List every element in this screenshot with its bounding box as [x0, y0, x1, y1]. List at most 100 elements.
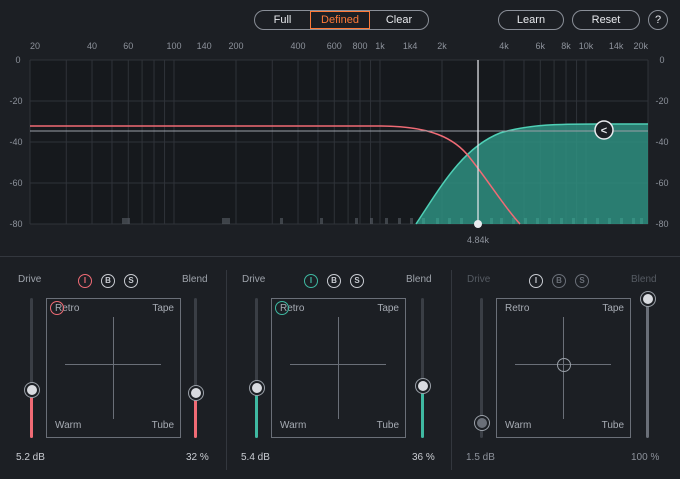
spectrum-graph[interactable]: 20 40 60 100 140 200 400 600 800 1k 1k4 2k 4k 6k 8k 10k…	[0, 38, 680, 248]
solo-icon[interactable]: I	[304, 274, 318, 288]
mode-full-button[interactable]: Full	[255, 11, 310, 29]
frequency-label: 14k	[609, 41, 624, 51]
spectrum-bar	[355, 218, 358, 224]
mode-defined-button[interactable]: Defined	[310, 11, 370, 29]
band-icons: I B S	[529, 274, 589, 288]
blend-value: 36 %	[412, 452, 435, 463]
band-icons: I B S	[304, 274, 364, 288]
drive-label: Drive	[18, 274, 42, 285]
blend-label: Blend	[631, 274, 657, 285]
learn-button[interactable]: Learn	[498, 10, 564, 30]
frequency-label: 140	[197, 41, 212, 51]
saturation-pad[interactable]: Retro Tape Warm Tube	[496, 298, 631, 438]
frequency-label: 8k	[561, 41, 571, 51]
blend-slider-fill	[421, 386, 424, 438]
pad-tube-label: Tube	[151, 420, 174, 431]
spectrum-bar	[320, 218, 323, 224]
pad-warm-label: Warm	[280, 420, 307, 431]
frequency-label: 100	[166, 41, 181, 51]
drive-label: Drive	[242, 274, 266, 285]
spectrum-bar	[385, 218, 388, 224]
mode-clear-button[interactable]: Clear	[370, 11, 428, 29]
pad-tube-label: Tube	[601, 420, 624, 431]
drive-slider-handle[interactable]	[25, 383, 39, 397]
db-label: -20	[655, 96, 668, 106]
spectrum-bar	[222, 218, 226, 224]
blend-slider[interactable]	[646, 298, 649, 438]
drive-value: 5.4 dB	[241, 452, 270, 463]
blend-value: 32 %	[186, 452, 209, 463]
drive-slider-fill	[30, 390, 33, 438]
spectrum-bar	[280, 218, 283, 224]
drive-value: 5.2 dB	[16, 452, 45, 463]
pad-tube-label: Tube	[376, 420, 399, 431]
db-label: 0	[15, 55, 20, 65]
frequency-label: 600	[327, 41, 342, 51]
db-labels-left: 0 -20 -40 -60 -80	[9, 55, 22, 229]
db-labels-right: 0 -20 -40 -60 -80	[655, 55, 668, 229]
drive-slider-handle[interactable]	[250, 381, 264, 395]
frequency-label: 60	[123, 41, 133, 51]
saturation-pad[interactable]: Retro Tape Warm Tube	[271, 298, 406, 438]
blend-label: Blend	[182, 274, 208, 285]
saturation-pad[interactable]: Retro Tape Warm Tube	[46, 298, 181, 438]
pad-crosshair-v	[338, 317, 339, 419]
drive-slider-fill	[255, 388, 258, 438]
mode-selector: Full Defined Clear	[254, 10, 429, 30]
spectrum-bar	[410, 218, 413, 224]
blend-value: 100 %	[631, 452, 660, 463]
section-divider	[0, 256, 680, 257]
drive-slider-handle[interactable]	[475, 416, 489, 430]
frequency-label: 20k	[633, 41, 648, 51]
bypass-icon[interactable]: B	[552, 274, 566, 288]
db-label: -80	[9, 219, 22, 229]
db-label: 0	[659, 55, 664, 65]
frequency-label: 2k	[437, 41, 447, 51]
reset-button[interactable]: Reset	[572, 10, 640, 30]
blend-slider-handle[interactable]	[641, 292, 655, 306]
frequency-label: 6k	[536, 41, 546, 51]
spectrum-bar	[226, 218, 230, 224]
crossover-handle[interactable]	[474, 220, 482, 228]
spectrum-bar	[398, 218, 401, 224]
blend-slider-handle[interactable]	[416, 379, 430, 393]
pad-retro-label: Retro	[505, 303, 530, 314]
bypass-icon[interactable]: B	[327, 274, 341, 288]
band-3-panel: Drive Blend I B S Retro Tape Warm Tube 1…	[451, 268, 671, 478]
pad-warm-label: Warm	[55, 420, 82, 431]
bypass-icon[interactable]: B	[101, 274, 115, 288]
frequency-label: 20	[30, 41, 40, 51]
pad-tape-label: Tape	[152, 303, 174, 314]
db-label: -40	[9, 137, 22, 147]
band-2-panel: Drive Blend I B S Retro Tape Warm Tube 5…	[226, 268, 446, 478]
solo-icon[interactable]: I	[78, 274, 92, 288]
spectrum-bar	[370, 218, 373, 224]
blend-label: Blend	[406, 274, 432, 285]
crossover-frequency: 4.84k	[467, 235, 490, 245]
db-label: -60	[655, 178, 668, 188]
toolbar: Full Defined Clear Learn Reset ?	[0, 0, 680, 38]
db-label: -80	[655, 219, 668, 229]
solo-s-icon[interactable]: S	[575, 274, 589, 288]
solo-s-icon[interactable]: S	[350, 274, 364, 288]
solo-s-icon[interactable]: S	[124, 274, 138, 288]
blend-slider-handle[interactable]	[189, 386, 203, 400]
pad-tape-label: Tape	[377, 303, 399, 314]
pad-position-marker[interactable]	[50, 301, 64, 315]
drive-value: 1.5 dB	[466, 452, 495, 463]
pad-crosshair-h	[65, 364, 161, 365]
frequency-label: 10k	[579, 41, 594, 51]
pad-position-marker[interactable]	[557, 358, 571, 372]
db-label: -20	[9, 96, 22, 106]
band-1-panel: Drive Blend I B S Retro Tape Warm Tube 5…	[0, 268, 220, 478]
frequency-label: 1k	[375, 41, 385, 51]
frequency-label: 4k	[499, 41, 509, 51]
db-label: -60	[9, 178, 22, 188]
pad-position-marker[interactable]	[275, 301, 289, 315]
solo-icon[interactable]: I	[529, 274, 543, 288]
db-label: -40	[655, 137, 668, 147]
spectrum-bar	[122, 218, 126, 224]
drive-label: Drive	[467, 274, 491, 285]
pad-warm-label: Warm	[505, 420, 532, 431]
help-button[interactable]: ?	[648, 10, 668, 30]
